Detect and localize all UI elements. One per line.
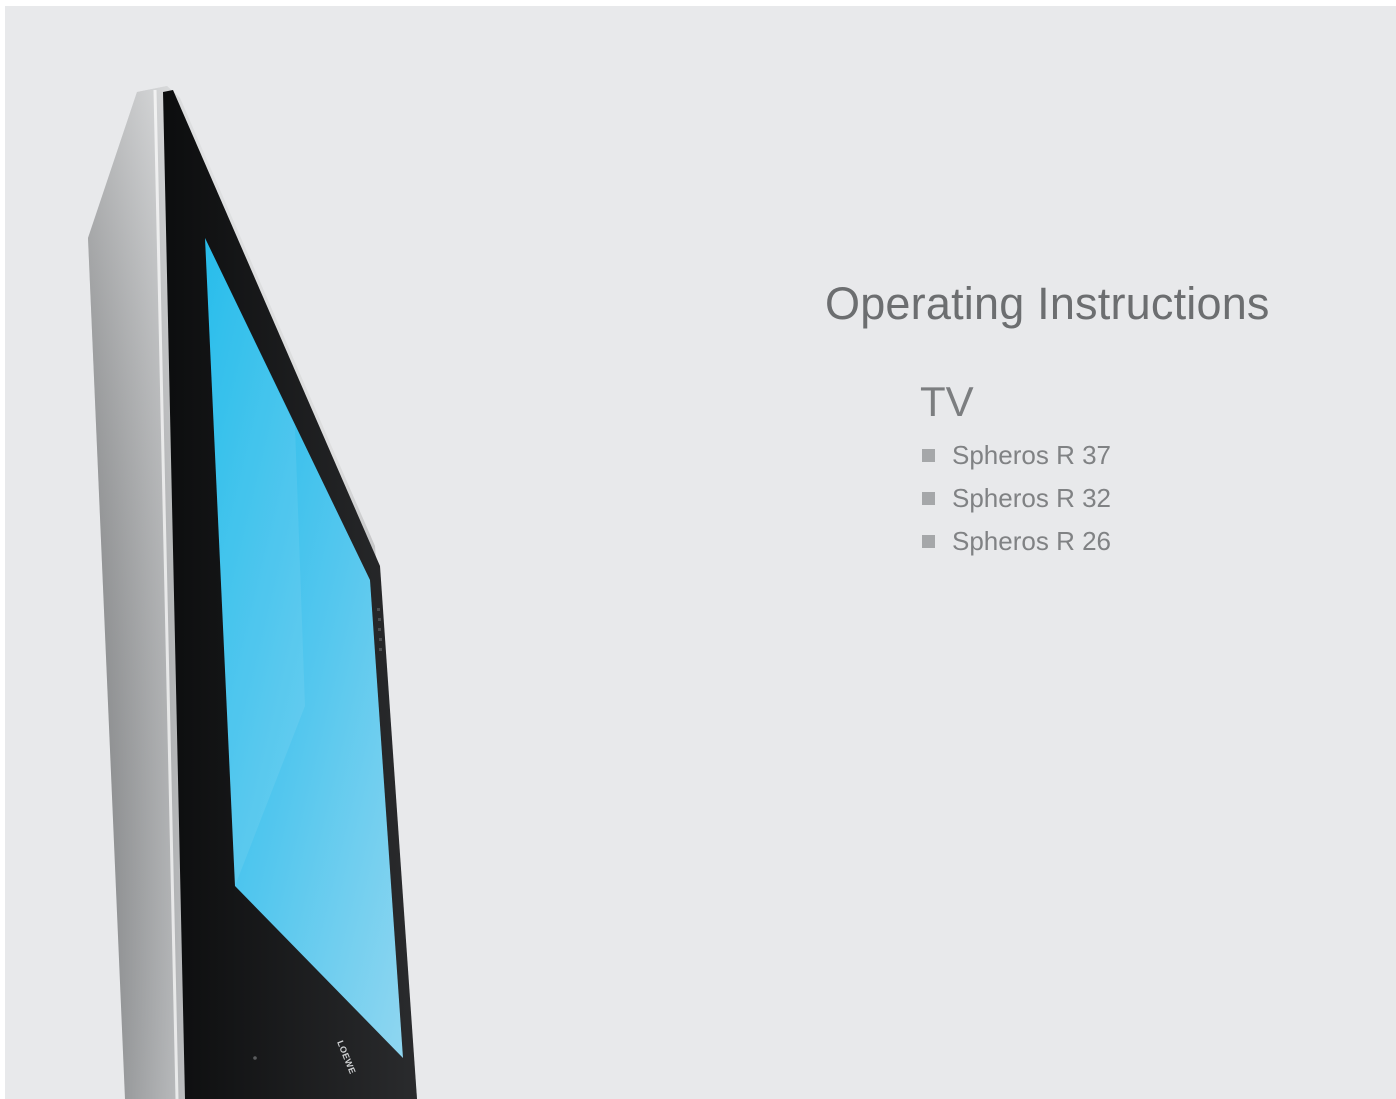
model-label: Spheros R 26 [952, 526, 1111, 556]
document-page: LOEWE Operating Instructions TV Spheros … [0, 0, 1396, 1099]
model-list-item: Spheros R 37 [922, 434, 1111, 477]
model-label: Spheros R 32 [952, 483, 1111, 513]
model-label: Spheros R 37 [952, 440, 1111, 470]
model-list: Spheros R 37 Spheros R 32 Spheros R 26 [922, 434, 1111, 563]
bullet-square-icon [922, 492, 935, 505]
bullet-square-icon [922, 535, 935, 548]
product-category: TV [920, 378, 974, 425]
cover-background: LOEWE Operating Instructions TV Spheros … [5, 6, 1396, 1099]
model-list-item: Spheros R 26 [922, 520, 1111, 563]
model-list-item: Spheros R 32 [922, 477, 1111, 520]
tv-product-image: LOEWE [88, 86, 417, 1099]
bullet-square-icon [922, 449, 935, 462]
document-title: Operating Instructions [825, 278, 1270, 329]
tv-power-led [253, 1056, 257, 1060]
